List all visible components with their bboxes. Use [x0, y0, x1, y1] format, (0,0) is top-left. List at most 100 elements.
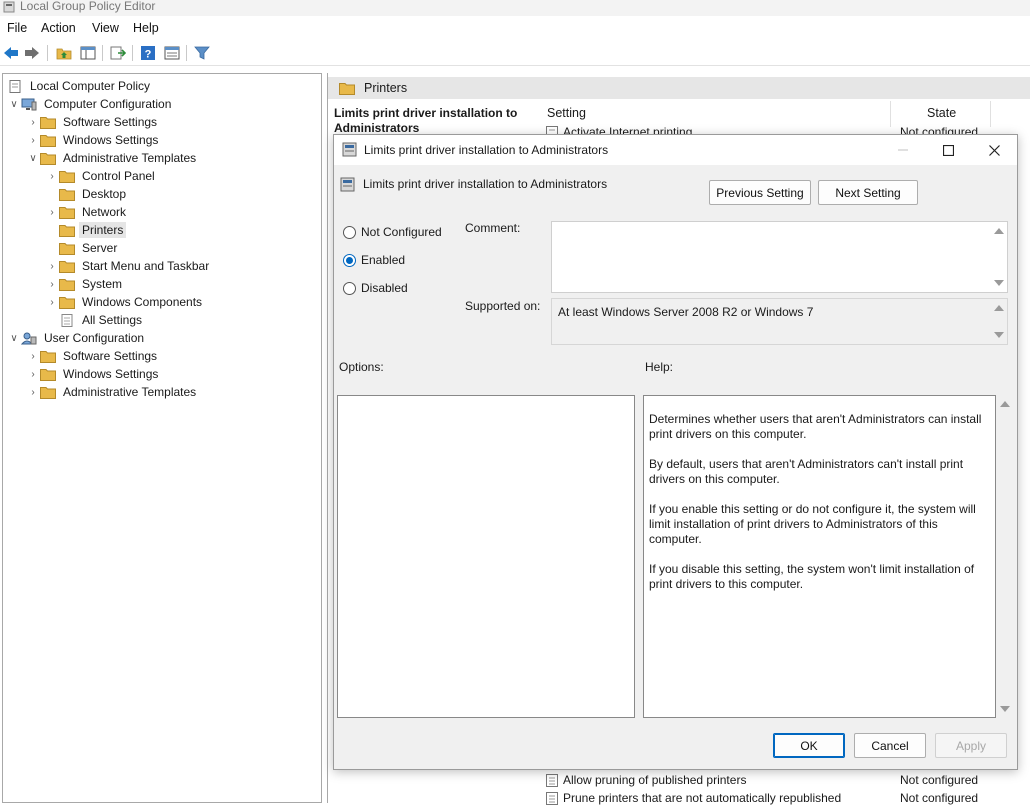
folder-icon [40, 386, 56, 399]
chevron-right-icon[interactable]: › [26, 117, 40, 128]
column-header-setting[interactable]: Setting [547, 106, 586, 120]
folder-icon [40, 116, 56, 129]
tree-item-local-computer-policy[interactable]: Local Computer Policy [7, 77, 153, 95]
dialog-titlebar[interactable]: Limits print driver installation to Admi… [334, 135, 1017, 165]
tree-label: Windows Settings [63, 133, 159, 147]
tree-item-all-settings[interactable]: All Settings [59, 311, 145, 329]
supported-on-field: At least Windows Server 2008 R2 or Windo… [551, 298, 1008, 345]
menu-help[interactable]: Help [133, 21, 159, 35]
help-text: Determines whether users that aren't Adm… [649, 412, 989, 607]
tree-pane[interactable]: Local Computer Policy ∨ Computer Configu… [2, 73, 322, 803]
chevron-right-icon[interactable]: › [45, 297, 59, 308]
close-button[interactable] [974, 137, 1014, 163]
tree-item-administrative-templates[interactable]: ∨ Administrative Templates [26, 149, 199, 167]
apply-button[interactable]: Apply [935, 733, 1007, 758]
comment-textarea[interactable] [551, 221, 1008, 293]
properties-icon[interactable] [163, 44, 181, 62]
menu-bar: File Action View Help [0, 18, 1030, 40]
menu-file[interactable]: File [7, 21, 27, 35]
folder-icon [59, 260, 75, 273]
tree-item-user-configuration[interactable]: ∨ User Configuration [7, 329, 147, 347]
tree-item-windows-settings[interactable]: › Windows Settings [26, 131, 161, 149]
folder-icon [59, 242, 75, 255]
chevron-right-icon[interactable]: › [26, 135, 40, 146]
tree-item-start-menu-and-taskbar[interactable]: › Start Menu and Taskbar [45, 257, 212, 275]
help-paragraph: Determines whether users that aren't Adm… [649, 412, 982, 441]
tree-label: Computer Configuration [44, 97, 172, 111]
setting-state: Not configured [900, 773, 979, 787]
tree-item-software-settings[interactable]: › Software Settings [26, 113, 160, 131]
radio-not-configured[interactable]: Not Configured [343, 225, 442, 239]
help-panel: Determines whether users that aren't Adm… [643, 395, 996, 718]
chevron-right-icon[interactable]: › [45, 261, 59, 272]
tree-label: System [82, 277, 123, 291]
scroll-up-icon[interactable] [1000, 401, 1010, 407]
cancel-button[interactable]: Cancel [854, 733, 926, 758]
chevron-right-icon[interactable]: › [26, 351, 40, 362]
comment-scrollbar[interactable] [991, 222, 1007, 292]
scroll-up-icon[interactable] [994, 305, 1004, 311]
chevron-right-icon[interactable]: › [45, 279, 59, 290]
tree-item-windows-components[interactable]: › Windows Components [45, 293, 205, 311]
scroll-down-icon[interactable] [994, 332, 1004, 338]
maximize-button[interactable] [928, 137, 968, 163]
column-header-state[interactable]: State [927, 106, 956, 120]
column-divider[interactable] [890, 101, 891, 127]
ok-button[interactable]: OK [773, 733, 845, 758]
supported-scrollbar[interactable] [991, 299, 1007, 344]
radio-button[interactable] [343, 281, 356, 295]
export-list-icon[interactable] [109, 44, 127, 62]
tree-item-user-windows-settings[interactable]: › Windows Settings [26, 365, 161, 383]
menu-view[interactable]: View [92, 21, 119, 35]
chevron-down-icon[interactable]: ∨ [7, 333, 21, 344]
tree-item-server[interactable]: Server [59, 239, 120, 257]
chevron-right-icon[interactable]: › [26, 369, 40, 380]
tree-label: Control Panel [82, 169, 155, 183]
minimize-button[interactable] [883, 137, 923, 163]
forward-arrow-icon[interactable] [23, 44, 41, 62]
setting-row[interactable]: Allow pruning of published printers [546, 773, 746, 787]
chevron-down-icon[interactable]: ∨ [7, 99, 21, 110]
help-paragraph: By default, users that aren't Administra… [649, 457, 964, 486]
supported-on-label: Supported on: [465, 299, 541, 313]
tree-label: Software Settings [63, 115, 158, 129]
tree-item-network[interactable]: › Network [45, 203, 129, 221]
scroll-down-icon[interactable] [1000, 706, 1010, 712]
next-setting-button[interactable]: Next Setting [818, 180, 918, 205]
chevron-right-icon[interactable]: › [45, 171, 59, 182]
help-icon[interactable]: ? [139, 44, 157, 62]
chevron-down-icon[interactable]: ∨ [26, 153, 40, 164]
help-scrollbar[interactable] [997, 395, 1013, 718]
column-divider[interactable] [990, 101, 991, 127]
folder-icon [40, 152, 56, 165]
help-paragraph: If you disable this setting, the system … [649, 562, 975, 591]
radio-button[interactable] [343, 225, 356, 239]
show-hide-tree-icon[interactable] [79, 44, 97, 62]
tree-item-printers[interactable]: Printers [59, 221, 127, 239]
toolbar-separator [102, 45, 103, 61]
tree-item-computer-configuration[interactable]: ∨ Computer Configuration [7, 95, 174, 113]
radio-enabled[interactable]: Enabled [343, 253, 405, 267]
tree-label: Software Settings [63, 349, 158, 363]
tree-item-desktop[interactable]: Desktop [59, 185, 129, 203]
radio-button[interactable] [343, 253, 356, 267]
back-arrow-icon[interactable] [2, 44, 20, 62]
tree-label: Printers [79, 222, 127, 238]
radio-disabled[interactable]: Disabled [343, 281, 408, 295]
minimize-icon [898, 149, 908, 151]
up-folder-icon[interactable] [55, 44, 73, 62]
previous-setting-button[interactable]: Previous Setting [709, 180, 811, 205]
tree-item-user-software-settings[interactable]: › Software Settings [26, 347, 160, 365]
menu-action[interactable]: Action [41, 21, 76, 35]
toolbar-separator [47, 45, 48, 61]
help-label: Help: [645, 360, 674, 374]
chevron-right-icon[interactable]: › [45, 207, 59, 218]
tree-label: Local Computer Policy [30, 79, 151, 93]
tree-item-system[interactable]: › System [45, 275, 125, 293]
tree-item-user-administrative-templates[interactable]: › Administrative Templates [26, 383, 199, 401]
chevron-right-icon[interactable]: › [26, 387, 40, 398]
filter-icon[interactable] [193, 44, 211, 62]
scroll-up-icon[interactable] [994, 228, 1004, 234]
scroll-down-icon[interactable] [994, 280, 1004, 286]
tree-item-control-panel[interactable]: › Control Panel [45, 167, 158, 185]
